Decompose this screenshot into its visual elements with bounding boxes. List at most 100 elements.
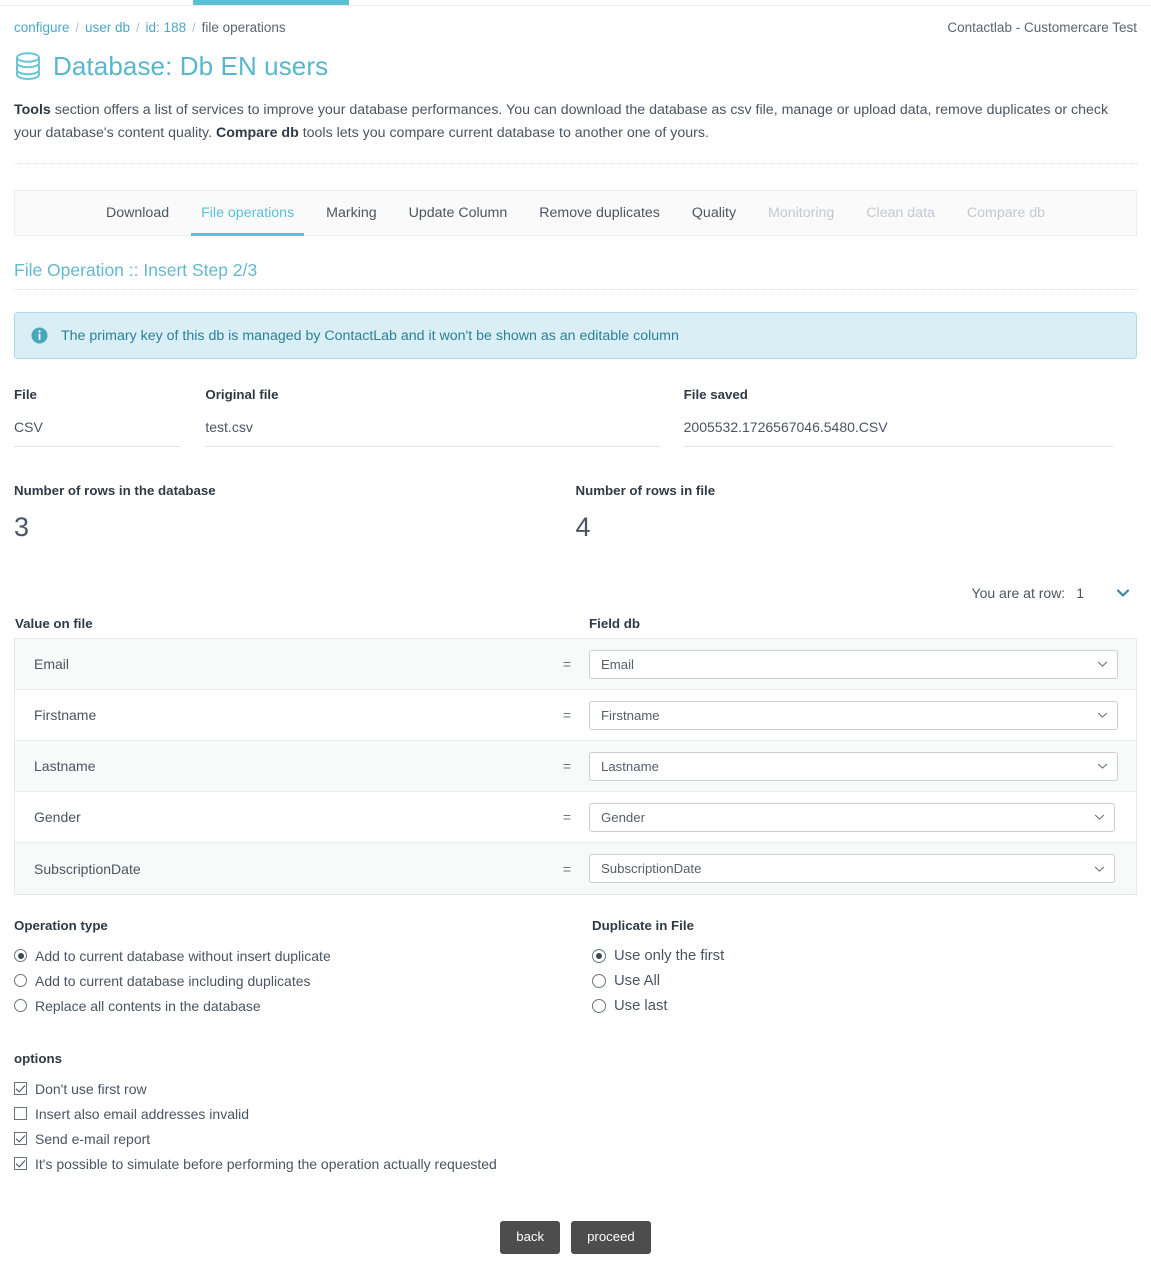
tab-remove-duplicates[interactable]: Remove duplicates <box>523 191 676 235</box>
breadcrumb-separator: / <box>136 21 140 35</box>
radio-label: Use only the first <box>614 947 725 964</box>
checkbox-dont-use-first-row[interactable]: Don't use first row <box>14 1076 1137 1101</box>
mapping-equals-sign: = <box>562 758 572 774</box>
chevron-down-icon[interactable] <box>1114 584 1132 602</box>
table-row: Email = Email <box>15 639 1136 690</box>
divider <box>14 163 1137 164</box>
tab-quality[interactable]: Quality <box>676 191 752 235</box>
back-button[interactable]: back <box>500 1221 561 1254</box>
radio-operation-add-without-duplicate[interactable]: Add to current database without insert d… <box>14 943 589 968</box>
count-rows-in-file: Number of rows in file 4 <box>576 483 1138 541</box>
row-counts-section: Number of rows in the database 3 Number … <box>14 483 1137 541</box>
table-row: SubscriptionDate = SubscriptionDate <box>15 843 1136 894</box>
checkbox-label: Send e-mail report <box>35 1130 151 1147</box>
row-navigator-label: You are at row: <box>971 585 1066 601</box>
footer-buttons: back proceed <box>14 1221 1137 1282</box>
options-group: options Don't use first row Insert also … <box>14 1051 1137 1176</box>
operation-type-title: Operation type <box>14 918 108 933</box>
breadcrumb-item-file-operations: file operations <box>201 20 286 35</box>
chevron-down-icon <box>1094 814 1105 820</box>
radio-icon <box>14 999 27 1012</box>
count-label: Number of rows in the database <box>14 483 216 498</box>
mapping-file-value: SubscriptionDate <box>34 860 141 877</box>
radio-label: Use All <box>614 972 661 989</box>
select-value: Lastname <box>601 758 659 774</box>
select-db-field-subscriptiondate[interactable]: SubscriptionDate <box>589 854 1115 883</box>
checkbox-send-email-report[interactable]: Send e-mail report <box>14 1126 1137 1151</box>
options-title: options <box>14 1051 63 1066</box>
radio-label: Add to current database without insert d… <box>35 947 331 964</box>
radio-operation-replace-all[interactable]: Replace all contents in the database <box>14 993 589 1018</box>
database-icon <box>16 52 40 80</box>
mapping-file-value: Gender <box>34 809 81 825</box>
checkbox-icon <box>14 1107 27 1120</box>
row-navigator: You are at row: 1 <box>14 584 1137 602</box>
breadcrumb-separator: / <box>75 21 80 35</box>
tab-marking[interactable]: Marking <box>310 191 392 235</box>
file-info-section: File CSV Original file test.csv File sav… <box>14 387 1137 447</box>
breadcrumb: configure / user db / id: 188 / file operation… <box>14 20 286 35</box>
chevron-down-icon <box>1097 763 1108 769</box>
file-info-value: CSV <box>14 419 182 447</box>
tab-download[interactable]: Download <box>90 191 185 235</box>
count-value: 3 <box>14 512 30 542</box>
tab-file-operations[interactable]: File operations <box>185 191 310 236</box>
file-info-field-file-saved: File saved 2005532.1726567046.5480.CSV <box>683 387 1137 447</box>
select-value: Firstname <box>601 707 660 723</box>
page-title-row: Database: Db EN users <box>14 51 1137 81</box>
tab-compare-db: Compare db <box>966 205 1045 221</box>
mapping-header-value-on-file: Value on file <box>15 616 93 631</box>
row-navigator-value: 1 <box>1076 585 1084 601</box>
radio-icon <box>14 949 27 962</box>
mapping-header-field-db: Field db <box>589 616 640 631</box>
mapping-file-value: Lastname <box>34 758 96 774</box>
checkbox-insert-invalid-emails[interactable]: Insert also email addresses invalid <box>14 1101 1137 1126</box>
tab-bar: Download File operations Marking Update … <box>14 190 1137 236</box>
chevron-down-icon <box>1094 866 1105 872</box>
select-db-field-lastname[interactable]: Lastname <box>589 751 1118 781</box>
mapping-equals-sign: = <box>562 860 572 877</box>
checkbox-icon <box>14 1157 27 1170</box>
info-icon <box>31 327 48 344</box>
select-db-field-gender[interactable]: Gender <box>589 802 1115 832</box>
mapping-file-value: Email <box>34 656 70 672</box>
count-rows-in-database: Number of rows in the database 3 <box>14 483 576 541</box>
radio-icon <box>592 973 606 988</box>
mapping-db-field-cell: Email <box>589 649 1136 679</box>
file-info-field-original-file: Original file test.csv <box>205 387 683 447</box>
file-info-value: 2005532.1726567046.5480.CSV <box>683 419 1113 447</box>
breadcrumb-item-configure[interactable]: configure <box>14 20 70 35</box>
file-info-label: File saved <box>683 387 748 402</box>
checkbox-label: Don't use first row <box>35 1080 147 1097</box>
mapping-equals-sign: = <box>562 656 572 672</box>
radio-duplicate-use-last[interactable]: Use last <box>592 993 1137 1018</box>
select-db-field-firstname[interactable]: Firstname <box>589 700 1118 730</box>
breadcrumb-item-id[interactable]: id: 188 <box>146 20 187 35</box>
intro-paragraph: Tools section offers a list of services … <box>14 99 1137 145</box>
checkbox-label: Insert also email addresses invalid <box>35 1105 249 1122</box>
proceed-button[interactable]: proceed <box>571 1221 651 1254</box>
file-info-label: File <box>14 387 37 402</box>
breadcrumb-item-user-db[interactable]: user db <box>85 20 130 35</box>
select-db-field-email[interactable]: Email <box>589 649 1118 679</box>
radio-operation-add-including-duplicates[interactable]: Add to current database including duplic… <box>14 968 589 993</box>
count-label: Number of rows in file <box>575 483 716 498</box>
checkbox-simulate-before-operation[interactable]: It's possible to simulate before perform… <box>14 1151 1137 1176</box>
mapping-db-field-cell: Lastname <box>589 751 1136 781</box>
chevron-down-icon <box>1097 661 1108 667</box>
tab-monitoring: Monitoring <box>768 205 835 221</box>
tab-update-column[interactable]: Update Column <box>393 191 524 235</box>
table-row: Firstname = Firstname <box>15 690 1136 741</box>
page-title: Database: Db EN users <box>53 51 329 81</box>
radio-duplicate-use-only-first[interactable]: Use only the first <box>592 943 1137 968</box>
duplicate-in-file-group: Duplicate in File Use only the first Use… <box>589 918 1137 1018</box>
radio-duplicate-use-all[interactable]: Use All <box>592 968 1137 993</box>
file-info-value: test.csv <box>205 419 660 447</box>
radio-label: Replace all contents in the database <box>35 997 261 1014</box>
radio-icon <box>592 998 606 1013</box>
breadcrumb-separator: / <box>192 21 196 35</box>
mapping-table: Email = Email Firstname = Firstname Last… <box>14 638 1137 895</box>
file-info-label: Original file <box>205 387 279 402</box>
radio-label: Add to current database including duplic… <box>35 972 311 989</box>
intro-bold-compare-db: Compare db <box>215 125 299 141</box>
